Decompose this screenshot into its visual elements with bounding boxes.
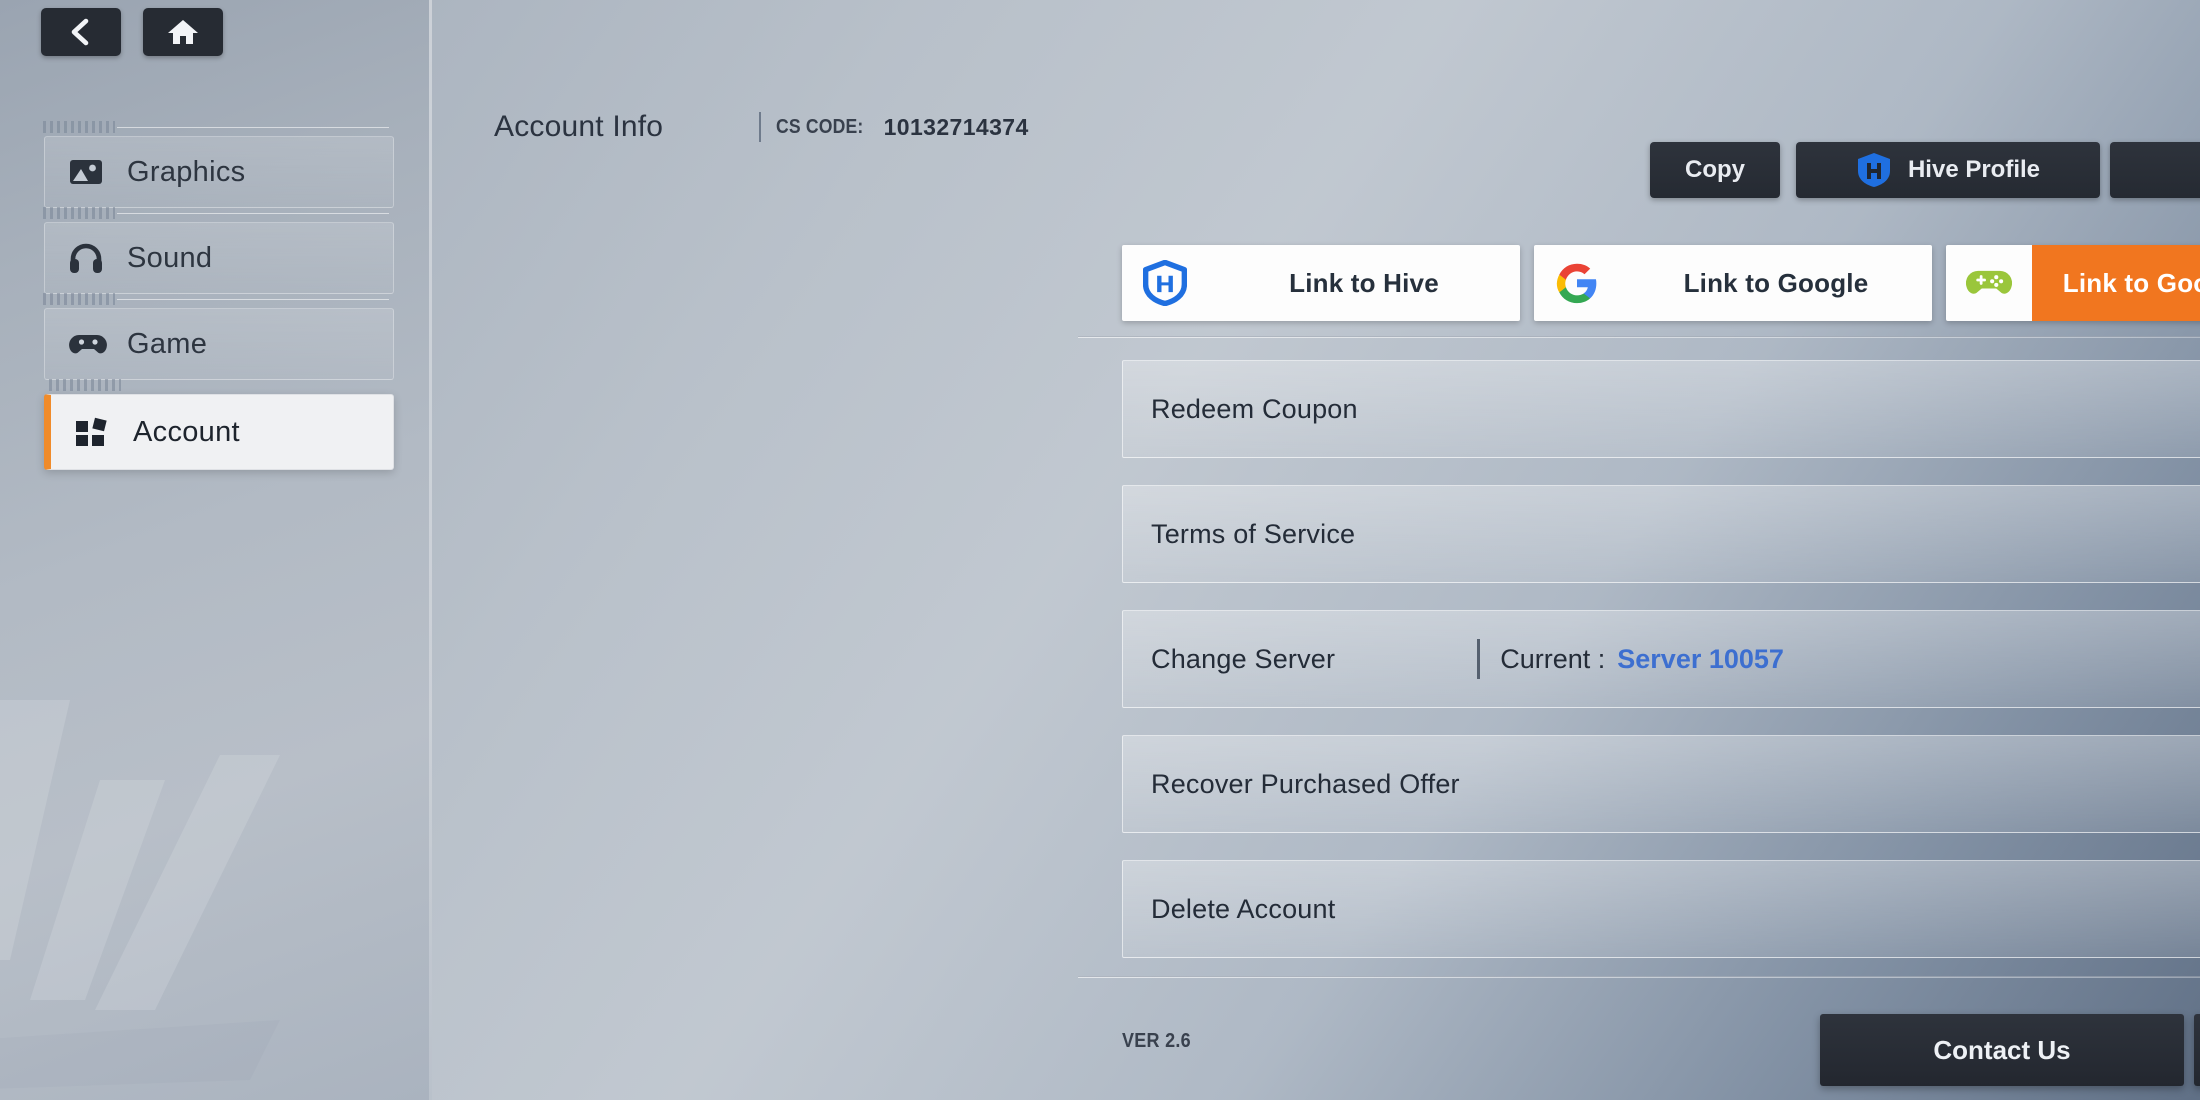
decor-ticks (43, 207, 115, 219)
current-server-label: Current : (1500, 644, 1605, 675)
sidebar-item-label: Game (127, 328, 207, 361)
decor-ticks (43, 121, 115, 133)
headset-icon (69, 242, 111, 274)
hive-shield-icon (1856, 151, 1892, 189)
link-to-google-label: Link to Google (1620, 245, 1932, 321)
app-root: Graphics Sound (0, 0, 2200, 1100)
sidebar-item-label: Sound (127, 242, 212, 275)
contact-us-button[interactable]: Contact Us (1820, 1014, 2184, 1086)
grid-icon (75, 416, 117, 448)
link-to-google-play-label: Link to Google Play (2032, 245, 2200, 321)
copy-button-label: Copy (1685, 156, 1745, 184)
home-button[interactable] (143, 8, 223, 56)
image-icon (69, 158, 111, 186)
decor-line (117, 213, 389, 214)
community-button[interactable]: Community (2194, 1014, 2200, 1086)
cs-code-value: 10132714374 (884, 114, 1029, 141)
row-recover-purchased-offer[interactable]: Recover Purchased Offer Tap to Go Now (1122, 735, 2200, 833)
gamepad-icon (69, 331, 111, 357)
divider-top (1078, 336, 2200, 338)
cs-code: CS CODE: 10132714374 (759, 107, 1029, 147)
google-g-icon (1534, 261, 1620, 305)
current-server-info: Current : Server 10057 (1477, 639, 1784, 679)
home-icon (167, 17, 199, 47)
nav-buttons (41, 8, 223, 56)
decor-line (117, 299, 389, 300)
sidebar-item-game[interactable]: Game (44, 308, 394, 380)
hive-profile-label: Hive Profile (1908, 156, 2040, 184)
logout-button[interactable]: Log Out (2110, 142, 2200, 198)
sidebar-item-sound[interactable]: Sound (44, 222, 394, 294)
row-label: Terms of Service (1151, 519, 1355, 550)
link-to-google-button[interactable]: Link to Google (1534, 245, 1932, 321)
row-label: Redeem Coupon (1151, 394, 1358, 425)
link-to-google-play-button[interactable]: Link to Google Play (1946, 245, 2200, 321)
row-label: Recover Purchased Offer (1151, 769, 1460, 800)
decor-ticks (49, 379, 121, 391)
chevron-left-icon (67, 17, 95, 47)
page-title: Account Info (494, 110, 663, 144)
back-button[interactable] (41, 8, 121, 56)
hive-shield-icon (1122, 260, 1208, 306)
sidebar-menu: Graphics Sound (44, 136, 394, 484)
row-label: Delete Account (1151, 894, 1335, 925)
sidebar: Graphics Sound (0, 0, 432, 1100)
copy-button[interactable]: Copy (1650, 142, 1780, 198)
divider-bottom (1078, 976, 2200, 978)
row-label: Change Server (1151, 644, 1335, 675)
sidebar-watermark-logo (0, 660, 420, 1100)
current-server-value: Server 10057 (1617, 644, 1784, 675)
link-accounts-row: Link to Hive Link to Google (1122, 245, 2200, 321)
sidebar-item-account[interactable]: Account (44, 394, 394, 470)
row-terms-of-service[interactable]: Terms of Service Tap to Go Now (1122, 485, 2200, 583)
hive-profile-button[interactable]: Hive Profile (1796, 142, 2100, 198)
content-panel: Account Info CS CODE: 10132714374 Copy H… (432, 0, 2200, 1100)
settings-rows: Redeem Coupon Tap to Go Now Terms of Ser… (1122, 360, 2200, 985)
version-label: VER 2.6 (1122, 1030, 1191, 1053)
link-to-hive-button[interactable]: Link to Hive (1122, 245, 1520, 321)
contact-us-label: Contact Us (1933, 1035, 2070, 1066)
row-delete-account[interactable]: Delete Account Tap to Go Now (1122, 860, 2200, 958)
sidebar-item-label: Graphics (127, 156, 245, 189)
decor-line (117, 127, 389, 128)
divider-bar (759, 112, 761, 142)
row-change-server[interactable]: Change Server Current : Server 10057 Tap… (1122, 610, 2200, 708)
divider-bar (1477, 639, 1480, 679)
cs-code-label: CS CODE: (776, 116, 863, 139)
decor-ticks (43, 293, 115, 305)
sidebar-item-graphics[interactable]: Graphics (44, 136, 394, 208)
sidebar-item-label: Account (133, 416, 240, 449)
row-redeem-coupon[interactable]: Redeem Coupon Tap to Go Now (1122, 360, 2200, 458)
link-to-hive-label: Link to Hive (1208, 245, 1520, 321)
google-play-gamepad-icon (1946, 266, 2032, 300)
